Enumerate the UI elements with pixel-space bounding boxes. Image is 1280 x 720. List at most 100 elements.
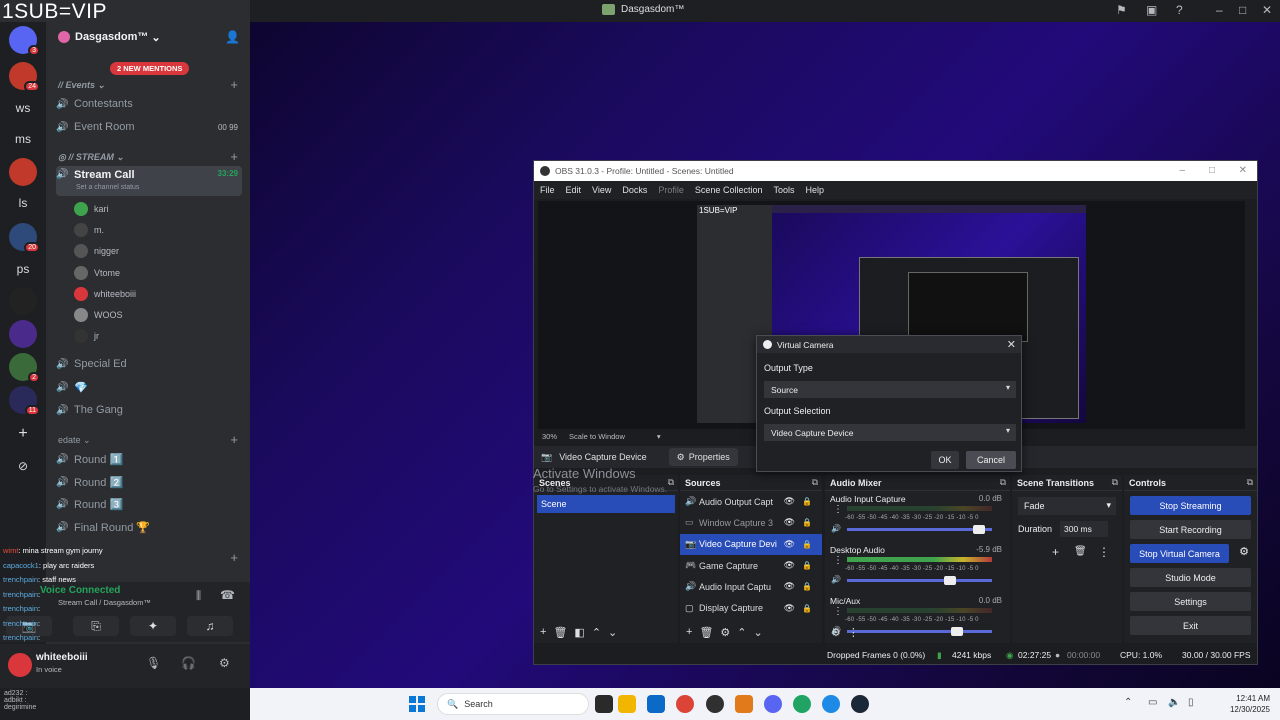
lock-icon[interactable]: 🔒 [802, 497, 812, 506]
menu-item-file[interactable]: File [540, 185, 555, 195]
add-icon[interactable]: + [540, 626, 546, 638]
category-edate[interactable]: edate ⌄ [58, 435, 91, 446]
more-icon[interactable]: ⋮ [833, 555, 843, 566]
eye-icon[interactable]: 👁 [784, 603, 795, 614]
clock[interactable]: 12:41 AM 12/30/2025 [1230, 693, 1270, 715]
channel-final-round[interactable]: 🔊 Final Round 🏆 [56, 517, 242, 537]
lock-icon[interactable]: 🔒 [802, 540, 812, 549]
arrow-up-icon[interactable]: ⌃ [592, 626, 601, 639]
voice-user[interactable]: kari [74, 200, 109, 218]
server-header[interactable]: Dasgasdom™ ⌄ [46, 22, 250, 52]
guild-icon[interactable]: 3 [9, 26, 40, 56]
duration-input[interactable]: 300 ms [1060, 521, 1108, 537]
eye-icon[interactable]: 👁 [784, 581, 795, 592]
close-icon[interactable]: ✕ [1239, 165, 1247, 176]
slider-knob[interactable] [972, 525, 985, 534]
channel-special-ed[interactable]: 🔊 Special Ed [56, 354, 242, 374]
task-view-icon[interactable] [595, 695, 613, 713]
channel-round-2[interactable]: 🔊 Round 2️⃣ [56, 472, 242, 492]
gear-icon[interactable]: ⚙ [1239, 545, 1249, 558]
control-exit-button[interactable]: Exit [1130, 616, 1251, 635]
volume-icon[interactable]: 🔈 [1168, 697, 1180, 708]
steam-icon[interactable] [851, 695, 869, 713]
headphones-icon[interactable]: 🎧 [181, 656, 196, 670]
guild-icon[interactable]: 24 [9, 62, 40, 92]
tray-chevron-icon[interactable]: ⌃ [1124, 697, 1132, 708]
volume-slider[interactable] [847, 525, 992, 534]
trash-icon[interactable]: 🗑 [553, 626, 567, 639]
close-icon[interactable]: ✕ [1262, 3, 1272, 17]
add-channel-icon[interactable]: + [230, 149, 238, 164]
menu-item-profile[interactable]: Profile [658, 185, 684, 195]
source-item[interactable]: ▢ Display Capture 👁 🔒 [680, 597, 822, 618]
source-item[interactable]: 🔊 Audio Input Captu 👁 🔒 [680, 576, 822, 597]
transition-select[interactable]: Fade ▾ [1018, 497, 1116, 515]
menu-item-docks[interactable]: Docks [622, 185, 647, 195]
control-settings-button[interactable]: Settings [1130, 592, 1251, 611]
eye-icon[interactable]: 👁 [784, 539, 795, 550]
source-item[interactable]: 🎮 Game Capture 👁 🔒 [680, 555, 822, 576]
channel-status-hint[interactable]: Set a channel status [76, 184, 139, 191]
microphone-icon[interactable]: 🎙 [146, 656, 161, 670]
more-icon[interactable]: ⋮ [1098, 545, 1110, 559]
minimize-icon[interactable]: – [1179, 165, 1185, 176]
scene-item[interactable]: Scene [537, 495, 675, 513]
maximize-icon[interactable]: □ [1239, 3, 1246, 17]
ok-button[interactable]: OK [931, 451, 959, 469]
eye-icon[interactable]: 👁 [784, 517, 795, 528]
more-icon[interactable]: ⋮ [833, 504, 843, 515]
source-item[interactable]: 📷 Video Capture Devi 👁 🔒 [680, 533, 822, 555]
lock-icon[interactable]: 🔒 [802, 561, 812, 570]
channel-event-room[interactable]: 🔊 Event Room 00 99 [56, 117, 242, 137]
guild-icon[interactable]: ps [9, 255, 37, 283]
voice-user[interactable]: jr [74, 327, 99, 345]
menu-item-help[interactable]: Help [805, 185, 824, 195]
add-icon[interactable]: + [686, 626, 692, 638]
close-icon[interactable]: ✕ [1007, 338, 1016, 351]
guild-icon[interactable] [9, 158, 37, 186]
guild-icon[interactable]: ms [9, 125, 37, 153]
slider-knob[interactable] [943, 576, 956, 585]
channel-round-3[interactable]: 🔊 Round 3️⃣ [56, 494, 242, 514]
guild-icon[interactable]: ls [9, 189, 37, 217]
eye-icon[interactable]: 👁 [784, 496, 795, 507]
lock-icon[interactable]: 🔒 [802, 518, 812, 527]
control-studio-mode-button[interactable]: Studio Mode [1130, 568, 1251, 587]
start-icon[interactable] [409, 696, 425, 712]
arrow-down-icon[interactable]: ⌄ [754, 626, 763, 639]
channel-the-gang[interactable]: 🔊 The Gang [56, 400, 242, 420]
arrow-up-icon[interactable]: ⌃ [737, 626, 746, 639]
arrow-down-icon[interactable]: ⌄ [608, 626, 617, 639]
menu-item-scene-collection[interactable]: Scene Collection [695, 185, 763, 195]
chrome-icon[interactable] [676, 695, 694, 713]
trash-icon[interactable]: 🗑 [1074, 546, 1087, 557]
more-icon[interactable]: ⋮ [833, 606, 843, 617]
undock-icon[interactable]: ⧉ [1000, 477, 1006, 488]
gear-icon[interactable]: ⚙ [720, 626, 730, 639]
control-start-recording-button[interactable]: Start Recording [1130, 520, 1251, 539]
undock-icon[interactable]: ⧉ [812, 477, 818, 488]
voice-user[interactable]: m. [74, 221, 104, 239]
scale-mode-select[interactable]: Scale to Window [569, 432, 625, 441]
trash-icon[interactable]: 🗑 [699, 626, 713, 639]
username[interactable]: whiteeboiii [36, 652, 88, 663]
filter-icon[interactable]: ◧ [574, 626, 584, 639]
new-mentions-pill[interactable]: 2 NEW MENTIONS [110, 62, 190, 75]
inbox-icon[interactable]: ⚑ [1116, 3, 1127, 17]
invite-icon[interactable]: 👤 [225, 30, 240, 44]
voice-user[interactable]: WOOS [74, 306, 123, 324]
guild-icon[interactable]: 20 [9, 223, 40, 253]
voice-user[interactable]: Vtome [74, 264, 120, 282]
undock-icon[interactable]: ⧉ [1247, 477, 1253, 488]
browser-icon[interactable] [793, 695, 811, 713]
control-stop-streaming-button[interactable]: Stop Streaming [1130, 496, 1251, 515]
menu-item-view[interactable]: View [592, 185, 611, 195]
edge-icon[interactable] [822, 695, 840, 713]
battery-icon[interactable]: ▯ [1188, 697, 1194, 708]
guild-icon[interactable] [9, 287, 37, 315]
add-channel-icon[interactable]: + [230, 432, 238, 447]
store-icon[interactable] [647, 695, 665, 713]
menu-item-tools[interactable]: Tools [773, 185, 794, 195]
discord-taskbar-icon[interactable] [764, 695, 782, 713]
channel-gem[interactable]: 🔊 💎 [56, 377, 242, 397]
